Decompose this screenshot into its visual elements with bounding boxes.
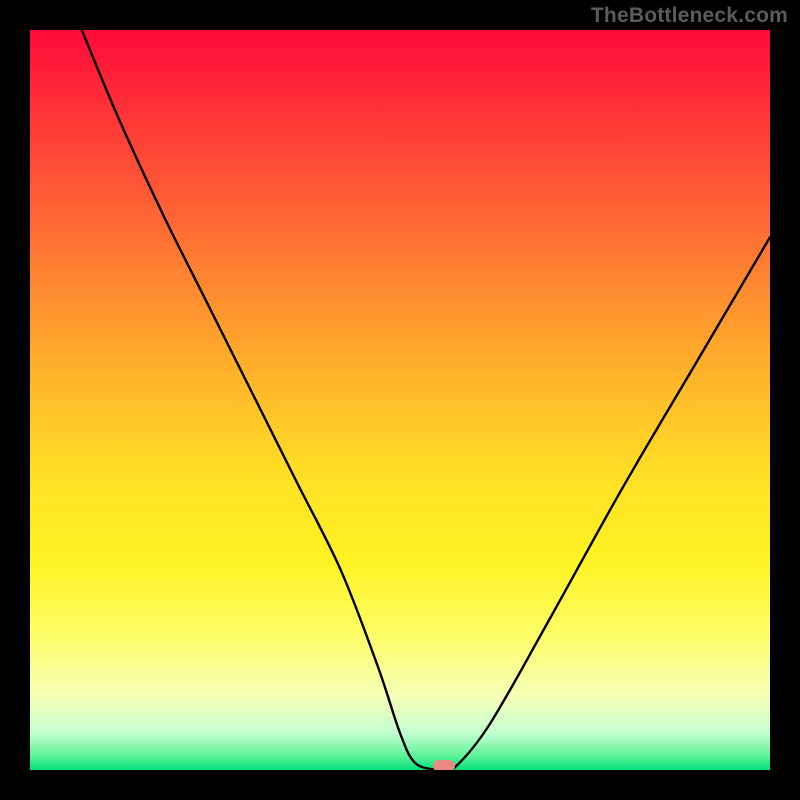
optimum-marker: [433, 760, 455, 770]
plot-area: [30, 30, 770, 770]
chart-frame: TheBottleneck.com: [0, 0, 800, 800]
watermark-text: TheBottleneck.com: [591, 4, 788, 28]
bottleneck-curve: [30, 30, 770, 770]
